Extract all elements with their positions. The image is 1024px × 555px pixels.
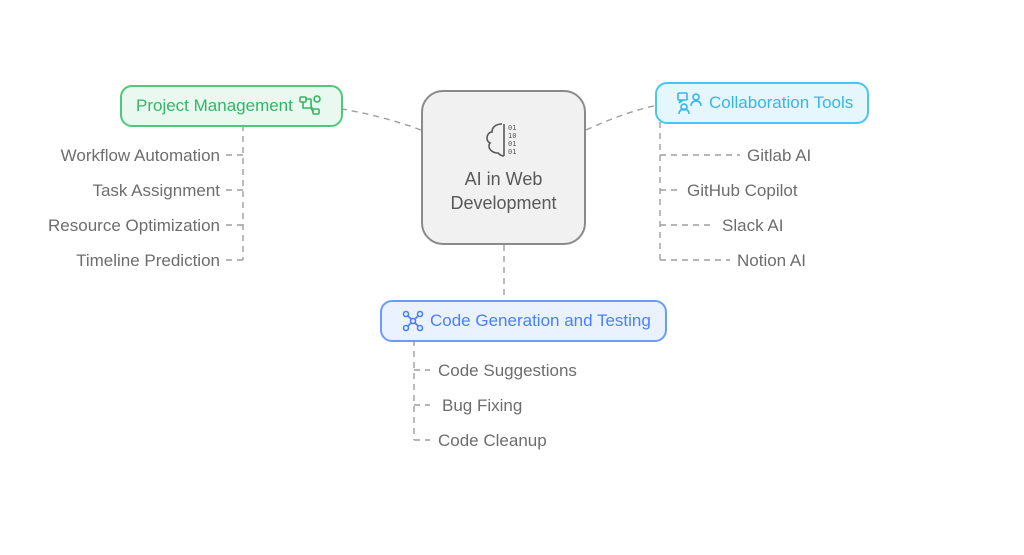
pm-item-2: Resource Optimization xyxy=(40,216,220,236)
branch-code-generation: Code Generation and Testing xyxy=(380,300,667,342)
svg-text:10: 10 xyxy=(508,132,516,140)
collab-item-2: Slack AI xyxy=(722,216,783,236)
codegen-item-0: Code Suggestions xyxy=(438,361,577,381)
codegen-item-1: Bug Fixing xyxy=(442,396,522,416)
pm-label: Project Management xyxy=(136,96,293,116)
ai-brain-icon: 0110 0101 xyxy=(480,120,528,160)
nodes-icon xyxy=(402,310,424,332)
codegen-item-2: Code Cleanup xyxy=(438,431,547,451)
pm-item-0: Workflow Automation xyxy=(60,146,220,166)
collab-item-1: GitHub Copilot xyxy=(687,181,798,201)
center-label: AI in Web Development xyxy=(437,168,570,215)
flow-icon xyxy=(299,95,321,117)
pm-item-1: Task Assignment xyxy=(60,181,220,201)
people-chat-icon xyxy=(677,92,703,114)
svg-text:01: 01 xyxy=(508,140,516,148)
branch-project-management: Project Management xyxy=(120,85,343,127)
center-node: 0110 0101 AI in Web Development xyxy=(421,90,586,245)
collab-item-0: Gitlab AI xyxy=(747,146,811,166)
collab-item-3: Notion AI xyxy=(737,251,806,271)
connectors xyxy=(0,0,1024,555)
branch-collaboration-tools: Collaboration Tools xyxy=(655,82,869,124)
codegen-label: Code Generation and Testing xyxy=(430,311,651,331)
collab-label: Collaboration Tools xyxy=(709,93,853,113)
svg-text:01: 01 xyxy=(508,124,516,132)
pm-item-3: Timeline Prediction xyxy=(60,251,220,271)
svg-text:01: 01 xyxy=(508,148,516,156)
